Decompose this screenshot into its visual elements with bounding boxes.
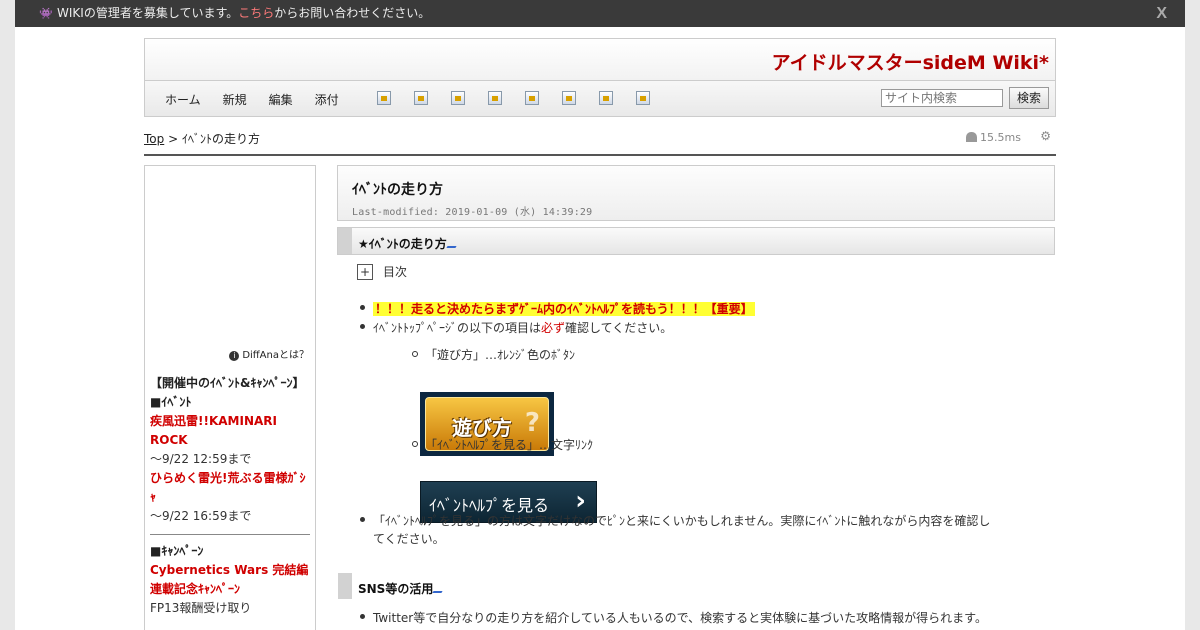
copy-icon[interactable] xyxy=(377,91,391,105)
question-mark-icon: ? xyxy=(524,408,540,438)
timing-value: 15.5ms xyxy=(980,131,1021,144)
sidebar-campaign-link-1[interactable]: Cybernetics Wars 完結編連載記念ｷｬﾝﾍﾟｰﾝ xyxy=(150,561,310,599)
sidebar-divider xyxy=(150,534,310,535)
edit-pencil-icon[interactable] xyxy=(432,584,447,593)
site-title[interactable]: アイドルマスターsideM Wiki* xyxy=(772,48,1049,75)
breadcrumb-separator: > xyxy=(164,132,182,146)
notice-text-before: WIKIの管理者を募集しています。 xyxy=(57,6,239,20)
search-button[interactable]: 検索 xyxy=(1009,87,1049,109)
list-item: 「ｲﾍﾞﾝﾄﾍﾙﾌﾟを見る」の方は文字だけなのでﾋﾟﾝと来にくいかもしれません。… xyxy=(360,512,1023,548)
list-item: ！！！走ると決めたらまずｹﾞｰﾑ内のｲﾍﾞﾝﾄﾍﾙﾌﾟを読もう！！！【重要】 xyxy=(360,300,755,317)
item3-line2: てください。 xyxy=(373,532,445,546)
sidebar-heading: 【開催中のｲﾍﾞﾝﾄ&ｷｬﾝﾍﾟｰﾝ】 xyxy=(150,376,305,390)
toc-label: 目次 xyxy=(383,265,408,279)
diffana-label: DiffAnaとは？ xyxy=(242,350,309,361)
sidebar-event-2-until: ～9/22 16:59まで xyxy=(150,509,252,523)
bullet xyxy=(360,517,365,522)
header-divider xyxy=(144,154,1056,156)
toc-toggle-button[interactable]: + xyxy=(357,264,373,280)
left-margin xyxy=(0,0,15,630)
sidebar-campaign-label: ■ｷｬﾝﾍﾟｰﾝ xyxy=(150,544,204,558)
list-icon[interactable] xyxy=(562,91,576,105)
page-header: ｲﾍﾞﾝﾄの走り方 Last-modified: 2019-01-09 (水) … xyxy=(337,165,1055,221)
alien-icon: 👾 xyxy=(39,7,53,20)
site-header: アイドルマスターsideM Wiki* xyxy=(144,38,1056,81)
item2-text-a: ｲﾍﾞﾝﾄﾄｯﾌﾟﾍﾟｰｼﾞの以下の項目は xyxy=(373,321,542,335)
recent-icon[interactable] xyxy=(599,91,613,105)
diffana-link[interactable]: i DiffAnaとは？ xyxy=(229,346,309,361)
bullet xyxy=(360,305,365,310)
close-notice-button[interactable]: X xyxy=(1156,0,1167,27)
sidebar-event-1-until: ～9/22 12:59まで xyxy=(150,452,252,466)
gauge-icon xyxy=(966,132,978,142)
bullet xyxy=(360,324,365,329)
section-2-title: SNS等の活用 xyxy=(358,582,434,596)
menu-new[interactable]: 新規 xyxy=(223,91,247,108)
notice-link[interactable]: こちら xyxy=(238,6,274,20)
toolbar: ホーム 新規 編集 添付 検索 xyxy=(144,81,1056,117)
section-heading-2: SNS等の活用 xyxy=(337,572,1055,600)
sidebar-event-link-1[interactable]: 疾風迅雷!!KAMINARI ROCK xyxy=(150,412,310,450)
item2-text-c: 確認してください。 xyxy=(565,321,673,335)
sidebar-event-link-2[interactable]: ひらめく雷光!荒ぶる雷様ｶﾞｼｬ xyxy=(150,469,310,507)
breadcrumb: Top > ｲﾍﾞﾝﾄの走り方 xyxy=(144,130,260,147)
main-menu: ホーム 新規 編集 添付 xyxy=(165,91,361,108)
sidebar-content: 【開催中のｲﾍﾞﾝﾄ&ｷｬﾝﾍﾟｰﾝ】 ■ｲﾍﾞﾝﾄ 疾風迅雷!!KAMINAR… xyxy=(150,374,310,618)
section-marker xyxy=(338,228,352,254)
right-margin xyxy=(1185,0,1200,630)
section-marker xyxy=(338,573,352,599)
sub2-text: 「ｲﾍﾞﾝﾄﾍﾙﾌﾟを見る」…文字ﾘﾝｸ xyxy=(425,438,594,452)
edit-pencil-icon[interactable] xyxy=(446,239,461,248)
menu-edit[interactable]: 編集 xyxy=(269,91,293,108)
sub-list-item: 「遊び方」…ｵﾚﾝｼﾞ色のﾎﾞﾀﾝ xyxy=(412,346,576,363)
item2-emphasis: 必ず xyxy=(541,321,566,335)
item3-line1: 「ｲﾍﾞﾝﾄﾍﾙﾌﾟを見る」の方は文字だけなのでﾋﾟﾝと来にくいかもしれません。… xyxy=(373,514,991,528)
circle-bullet xyxy=(412,441,418,447)
help-icon[interactable] xyxy=(636,91,650,105)
sub-list-item: 「ｲﾍﾞﾝﾄﾍﾙﾌﾟを見る」…文字ﾘﾝｸ xyxy=(412,436,594,453)
render-timing: 15.5ms xyxy=(966,131,1021,144)
backup-icon[interactable] xyxy=(451,91,465,105)
sidebar-event-label: ■ｲﾍﾞﾝﾄ xyxy=(150,395,192,409)
admin-notice-bar: 👾 WIKIの管理者を募集しています。こちらからお問い合わせください。 X xyxy=(15,0,1185,27)
sidebar: i DiffAnaとは？ 【開催中のｲﾍﾞﾝﾄ&ｷｬﾝﾍﾟｰﾝ】 ■ｲﾍﾞﾝﾄ 疾… xyxy=(144,165,316,630)
page-title: ｲﾍﾞﾝﾄの走り方 xyxy=(352,182,443,198)
circle-bullet xyxy=(412,351,418,357)
page-wrapper: アイドルマスターsideM Wiki* ホーム 新規 編集 添付 検索 Top … xyxy=(135,27,1065,630)
section-heading-1: ★ｲﾍﾞﾝﾄの走り方 xyxy=(337,227,1055,255)
last-modified: Last-modified: 2019-01-09 (水) 14:39:29 xyxy=(352,207,593,218)
lock-icon[interactable] xyxy=(525,91,539,105)
save-icon[interactable] xyxy=(488,91,502,105)
info-icon: i xyxy=(229,351,240,361)
menu-home[interactable]: ホーム xyxy=(165,91,201,108)
list-item: ｲﾍﾞﾝﾄﾄｯﾌﾟﾍﾟｰｼﾞの以下の項目は必ず確認してください。 xyxy=(360,319,673,336)
section-1-title: ★ｲﾍﾞﾝﾄの走り方 xyxy=(358,237,447,251)
table-of-contents: + 目次 xyxy=(357,263,407,280)
diff-icon[interactable] xyxy=(414,91,428,105)
list-item: Twitter等で自分なりの走り方を紹介している人もいるので、検索すると実体験に… xyxy=(360,609,987,626)
notice-text-after: からお問い合わせください。 xyxy=(274,6,431,20)
sidebar-campaign-1-note: FP13報酬受け取り xyxy=(150,601,252,615)
breadcrumb-top-link[interactable]: Top xyxy=(144,132,164,146)
breadcrumb-current: ｲﾍﾞﾝﾄの走り方 xyxy=(181,132,260,146)
menu-attach[interactable]: 添付 xyxy=(315,91,339,108)
bullet xyxy=(360,614,365,619)
item4-text: Twitter等で自分なりの走り方を紹介している人もいるので、検索すると実体験に… xyxy=(373,611,987,625)
sub1-text: 「遊び方」…ｵﾚﾝｼﾞ色のﾎﾞﾀﾝ xyxy=(425,348,576,362)
tool-icons xyxy=(377,91,673,105)
search-input[interactable] xyxy=(881,89,1003,107)
important-notice: ！！！走ると決めたらまずｹﾞｰﾑ内のｲﾍﾞﾝﾄﾍﾙﾌﾟを読もう！！！【重要】 xyxy=(373,302,755,316)
gear-icon[interactable]: ⚙ xyxy=(1040,129,1051,143)
main-content: ｲﾍﾞﾝﾄの走り方 Last-modified: 2019-01-09 (水) … xyxy=(337,165,1057,630)
